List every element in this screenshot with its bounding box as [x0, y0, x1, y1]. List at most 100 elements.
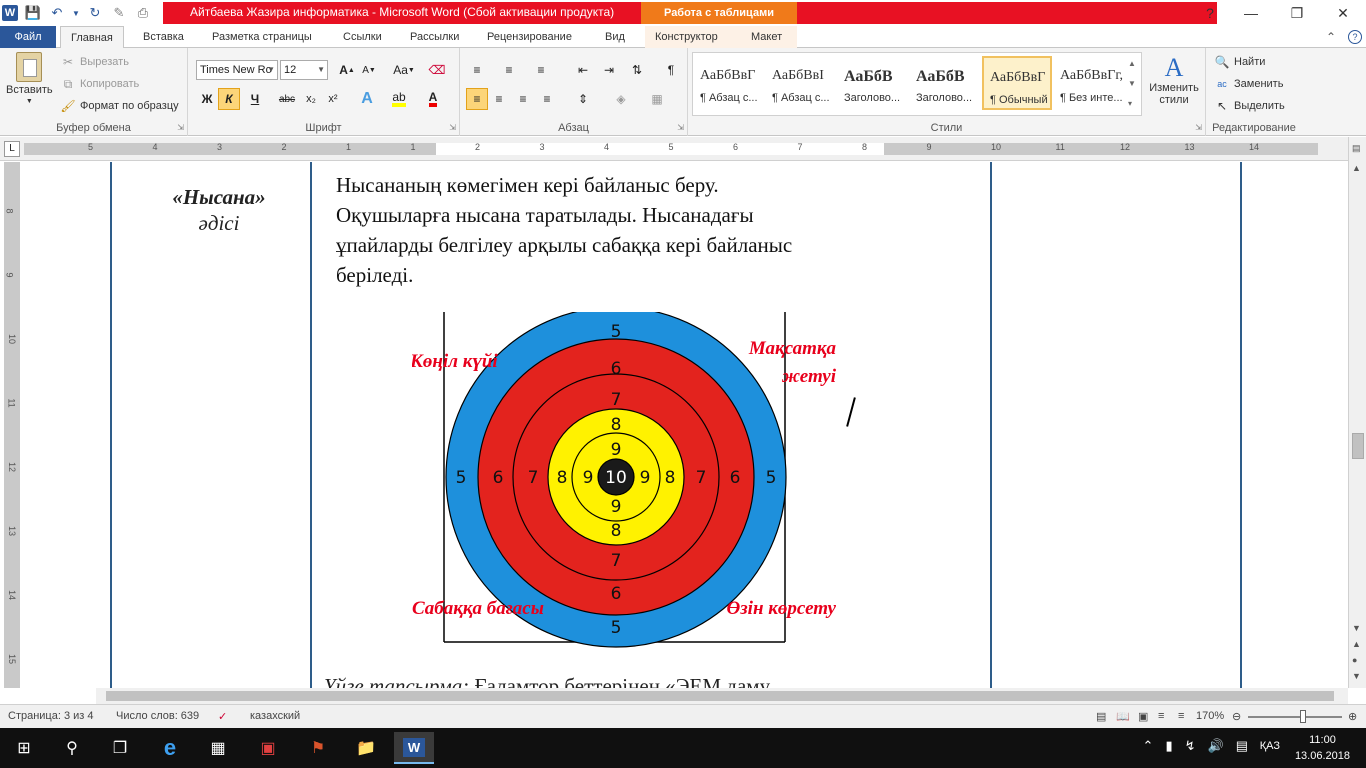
document-area[interactable]: «Нысана» әдісі Нысананың көмегімен кері …: [24, 162, 1346, 688]
horizontal-ruler[interactable]: 5 4 3 2 1 1 2 3 4 5 6 7 8 9 10 11 12 13 14: [24, 142, 1318, 155]
horizontal-scrollbar[interactable]: [96, 688, 1348, 704]
copy-button[interactable]: ⧉ Копировать: [60, 76, 140, 92]
help-icon[interactable]: ?: [1192, 0, 1228, 26]
tab-table-design[interactable]: Конструктор: [645, 26, 741, 48]
tab-references[interactable]: Ссылки: [333, 26, 392, 48]
multilevel-list-icon[interactable]: ≡: [530, 59, 552, 81]
page-indicator[interactable]: Страница: 3 из 4: [8, 710, 94, 722]
dropdown-icon[interactable]: ▼: [72, 4, 80, 22]
change-styles-button[interactable]: A Изменить стили: [1146, 54, 1202, 107]
windows-start-icon[interactable]: ⊞: [4, 732, 44, 764]
font-size-combo[interactable]: 12 ▼: [280, 60, 328, 80]
wifi-icon[interactable]: ↯: [1185, 738, 1196, 754]
zoom-level[interactable]: 170%: [1196, 710, 1224, 722]
tab-home[interactable]: Главная: [60, 26, 124, 49]
next-page-icon[interactable]: ▼: [1352, 671, 1361, 681]
zoom-slider[interactable]: [1248, 716, 1342, 718]
find-button[interactable]: 🔍 Найти: [1214, 54, 1266, 70]
store-icon[interactable]: ▦: [198, 732, 238, 764]
replace-button[interactable]: ac Заменить: [1214, 76, 1283, 92]
tab-insert[interactable]: Вставка: [133, 26, 194, 48]
line-spacing-icon[interactable]: ⇕: [572, 88, 594, 110]
align-right-icon[interactable]: ≡: [512, 88, 534, 110]
style-item[interactable]: АаБбВвГ ¶ Абзац с...: [694, 56, 764, 110]
scroll-up-icon[interactable]: ▲: [1352, 163, 1361, 173]
change-case-button[interactable]: Aa ▼: [390, 59, 418, 81]
draft-icon[interactable]: ≡: [1178, 710, 1184, 722]
dialog-launcher-icon[interactable]: ⇲: [449, 123, 456, 132]
style-item[interactable]: АаБбВвI ¶ Абзац с...: [766, 56, 836, 110]
style-item-selected[interactable]: АаБбВвГ ¶ Обычный: [982, 56, 1052, 110]
tab-file[interactable]: Файл: [0, 26, 56, 48]
clock[interactable]: 11:00 13.06.2018: [1295, 732, 1350, 764]
input-language[interactable]: ҚАЗ: [1260, 740, 1280, 752]
proofing-icon[interactable]: ✓: [218, 710, 227, 723]
numbering-icon[interactable]: ≡: [498, 59, 520, 81]
sort-icon[interactable]: ⇅: [626, 59, 648, 81]
increase-indent-icon[interactable]: ⇥: [598, 59, 620, 81]
reader-app-icon[interactable]: ▣: [248, 732, 288, 764]
file-explorer-icon[interactable]: 📁: [346, 732, 386, 764]
decrease-indent-icon[interactable]: ⇤: [572, 59, 594, 81]
tab-view[interactable]: Вид: [595, 26, 635, 48]
text-effects-icon[interactable]: A: [356, 88, 378, 110]
language-indicator[interactable]: казахский: [250, 710, 300, 722]
style-item[interactable]: АаБбВвГг, ¶ Без инте...: [1054, 56, 1124, 110]
tab-review[interactable]: Рецензирование: [477, 26, 582, 48]
close-icon[interactable]: ✕: [1320, 0, 1366, 26]
scroll-down-icon[interactable]: ▼: [1352, 623, 1361, 633]
select-button[interactable]: ↖ Выделить: [1214, 98, 1285, 114]
justify-icon[interactable]: ≡: [536, 88, 558, 110]
style-item[interactable]: АаБбВ Заголово...: [910, 56, 980, 110]
print-layout-icon[interactable]: ▤: [1096, 710, 1106, 723]
format-painter-icon[interactable]: ✎: [110, 4, 128, 22]
scroll-thumb[interactable]: [1352, 433, 1364, 459]
search-icon[interactable]: ⚲: [52, 732, 92, 764]
zoom-in-icon[interactable]: ⊕: [1348, 710, 1357, 723]
grow-font-button[interactable]: A ▲: [336, 59, 358, 81]
tab-selector[interactable]: L: [4, 141, 20, 157]
paste-button[interactable]: Вставить ▼: [6, 52, 53, 105]
bold-button[interactable]: Ж: [196, 88, 218, 110]
gallery-scroll-icon[interactable]: ▲ ▼ ▾: [1128, 54, 1136, 114]
prev-page-icon[interactable]: ▲: [1352, 639, 1361, 649]
outline-icon[interactable]: ≡: [1158, 710, 1164, 722]
app-icon[interactable]: ⚑: [298, 732, 338, 764]
battery-icon[interactable]: ▮: [1165, 738, 1172, 754]
help-circle-icon[interactable]: ?: [1348, 30, 1362, 44]
vertical-scrollbar[interactable]: ▤ ▲ ▼ ▲ ● ▼: [1348, 137, 1366, 688]
tab-page-layout[interactable]: Разметка страницы: [202, 26, 322, 48]
notifications-icon[interactable]: ▤: [1236, 738, 1248, 754]
underline-button[interactable]: Ч: [244, 88, 266, 110]
tab-table-layout[interactable]: Макет: [741, 26, 797, 48]
browse-object-icon[interactable]: ●: [1352, 655, 1357, 665]
shading-icon[interactable]: ◈: [610, 88, 632, 110]
tray-overflow-icon[interactable]: ⌃: [1143, 738, 1154, 754]
undo-icon[interactable]: ↶: [48, 4, 66, 22]
task-view-icon[interactable]: ❐: [100, 732, 140, 764]
highlight-icon[interactable]: ab: [388, 88, 410, 110]
superscript-button[interactable]: x²: [322, 88, 344, 110]
borders-icon[interactable]: ▦: [646, 88, 668, 110]
ruler-toggle-icon[interactable]: ▤: [1352, 143, 1361, 154]
save-icon[interactable]: 💾: [24, 4, 42, 22]
redo-icon[interactable]: ↻: [86, 4, 104, 22]
format-painter-button[interactable]: 🖌 Формат по образцу: [60, 98, 178, 114]
web-layout-icon[interactable]: ▣: [1138, 710, 1148, 723]
target-diagram[interactable]: 5 6 7 8 9 10 9 8 7 6 5 5 6 7 8 9 9 8 7 6…: [412, 312, 932, 652]
italic-button[interactable]: К: [218, 88, 240, 110]
volume-icon[interactable]: 🔊: [1208, 738, 1224, 754]
minimize-ribbon-icon[interactable]: ⌃: [1326, 30, 1336, 44]
word-logo-icon[interactable]: W: [2, 5, 18, 21]
edge-browser-icon[interactable]: e: [150, 732, 190, 764]
reading-view-icon[interactable]: 📖: [1116, 710, 1130, 723]
strikethrough-button[interactable]: abc: [276, 88, 298, 110]
font-color-icon[interactable]: A: [422, 88, 444, 110]
vertical-ruler[interactable]: 8 9 10 11 12 13 14 15: [4, 162, 20, 688]
font-name-combo[interactable]: Times New Ro ▼: [196, 60, 278, 80]
align-center-icon[interactable]: ≡: [488, 88, 510, 110]
restore-icon[interactable]: ❐: [1274, 0, 1320, 26]
zoom-out-icon[interactable]: ⊖: [1232, 710, 1241, 723]
cut-button[interactable]: ✂ Вырезать: [60, 54, 129, 70]
print-icon[interactable]: ⎙: [134, 4, 152, 22]
